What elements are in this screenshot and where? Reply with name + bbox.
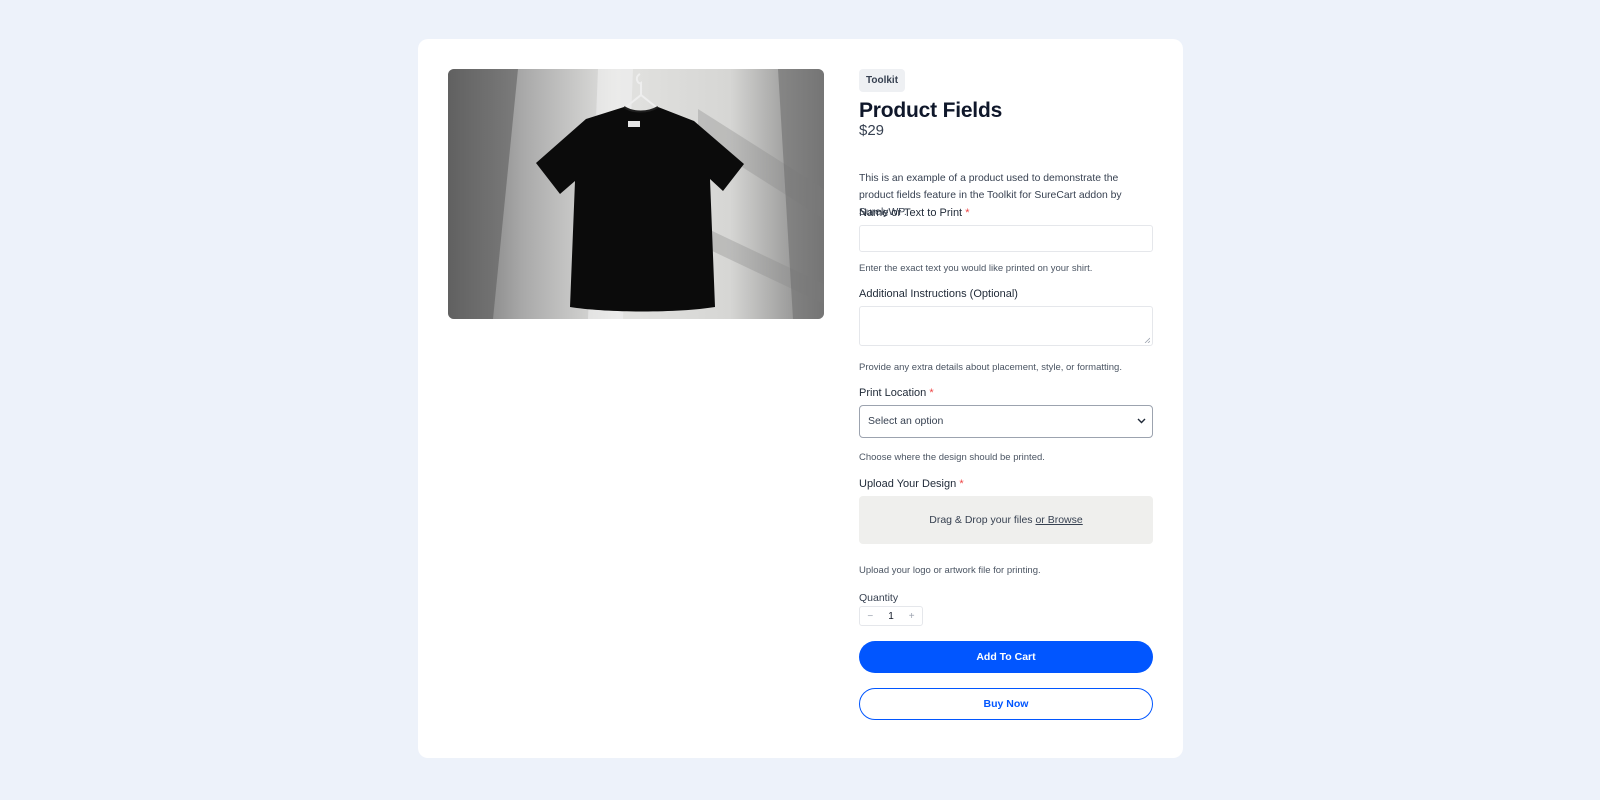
quantity-increase-button[interactable]: + [901,611,922,622]
product-image [448,69,824,319]
required-marker: * [965,207,970,219]
name-text-label-text: Name or Text to Print [859,207,963,219]
product-card: Toolkit Product Fields $29 This is an ex… [418,39,1183,758]
instructions-label: Additional Instructions (Optional) [859,288,1018,300]
name-text-input[interactable] [859,225,1153,252]
required-marker: * [959,478,964,490]
instructions-help: Provide any extra details about placemen… [859,362,1122,373]
chevron-down-icon [1137,418,1146,424]
print-location-selected: Select an option [868,415,944,427]
buy-now-button[interactable]: Buy Now [859,688,1153,720]
name-text-label: Name or Text to Print * [859,206,969,220]
print-location-label-text: Print Location [859,387,927,399]
tshirt-photo [448,69,824,319]
upload-dropzone[interactable]: Drag & Drop your files or Browse [859,496,1153,544]
browse-link[interactable]: or Browse [1035,514,1082,526]
upload-label-text: Upload Your Design [859,478,957,490]
upload-help: Upload your logo or artwork file for pri… [859,565,1041,576]
required-marker: * [929,387,934,399]
quantity-decrease-button[interactable]: − [860,611,881,622]
resize-grip-icon[interactable] [1144,337,1150,343]
add-to-cart-button[interactable]: Add To Cart [859,641,1153,673]
name-text-help: Enter the exact text you would like prin… [859,263,1093,274]
dropzone-text: Drag & Drop your files [929,514,1033,526]
quantity-stepper[interactable]: − 1 + [859,606,923,626]
product-price: $29 [859,122,885,139]
instructions-textarea[interactable] [859,306,1153,346]
quantity-label: Quantity [859,592,899,604]
collection-badge: Toolkit [859,69,906,92]
quantity-value[interactable]: 1 [881,611,902,622]
print-location-help: Choose where the design should be printe… [859,452,1045,463]
upload-label: Upload Your Design * [859,477,964,491]
print-location-label: Print Location * [859,386,934,400]
print-location-select[interactable]: Select an option [859,405,1153,438]
